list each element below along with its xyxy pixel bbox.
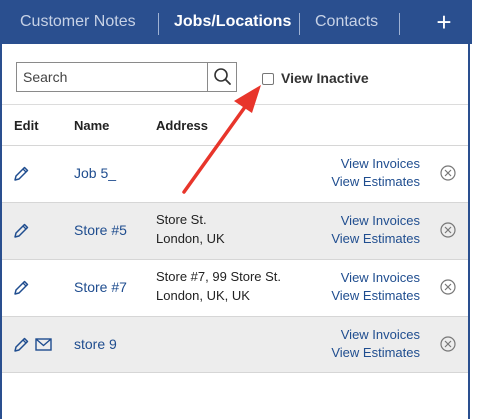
tab-customer-notes[interactable]: Customer Notes [20,0,136,44]
view-inactive-label: View Inactive [281,70,369,86]
row-address-line2: London, UK [156,231,225,246]
view-estimates-link[interactable]: View Estimates [331,288,420,303]
tab-jobs-locations[interactable]: Jobs/Locations [174,0,291,44]
table-row: store 9 View Invoices View Estimates [2,316,468,373]
row-name-link[interactable]: Store #5 [74,222,127,238]
plus-icon: + [436,7,452,37]
remove-circle-icon[interactable] [440,336,456,352]
table-row: Job 5_ View Invoices View Estimates [2,145,468,202]
toolbar-divider [2,104,468,105]
row-name-link[interactable]: Job 5_ [74,165,116,181]
envelope-icon[interactable] [35,338,52,351]
pencil-icon[interactable] [12,336,30,354]
view-estimates-link[interactable]: View Estimates [331,345,420,360]
row-address-line1: Store St. [156,212,207,227]
view-invoices-link[interactable]: View Invoices [341,213,420,228]
tab-divider [299,13,300,35]
tab-bar: Customer Notes Jobs/Locations Contacts + [2,0,472,44]
tab-divider [399,13,400,35]
table-row: Store #7 Store #7, 99 Store St. London, … [2,259,468,316]
search-icon [214,68,231,85]
column-header-address: Address [156,118,209,133]
row-name-link[interactable]: Store #7 [74,279,127,295]
view-estimates-link[interactable]: View Estimates [331,174,420,189]
tab-divider [158,13,159,35]
remove-circle-icon[interactable] [440,279,456,295]
view-estimates-link[interactable]: View Estimates [331,231,420,246]
pencil-icon[interactable] [12,222,30,240]
search-input[interactable] [17,63,205,91]
row-name-link[interactable]: store 9 [74,336,117,352]
column-header-name: Name [74,118,110,133]
add-button[interactable]: + [430,4,458,40]
remove-circle-icon[interactable] [440,222,456,238]
column-header-edit: Edit [14,118,39,133]
jobs-locations-panel: Customer Notes Jobs/Locations Contacts +… [0,0,472,419]
tab-contacts[interactable]: Contacts [315,0,378,44]
search-button[interactable] [207,63,237,91]
pencil-icon[interactable] [12,279,30,297]
table-row: Store #5 Store St. London, UK View Invoi… [2,202,468,259]
view-invoices-link[interactable]: View Invoices [341,156,420,171]
view-invoices-link[interactable]: View Invoices [341,327,420,342]
pencil-icon[interactable] [12,165,30,183]
row-address-line1: Store #7, 99 Store St. [156,269,282,284]
remove-circle-icon[interactable] [440,165,456,181]
view-invoices-link[interactable]: View Invoices [341,270,420,285]
search-field [16,62,237,92]
row-address-line2: London, UK, UK [156,288,250,303]
view-inactive-checkbox[interactable] [262,73,274,85]
